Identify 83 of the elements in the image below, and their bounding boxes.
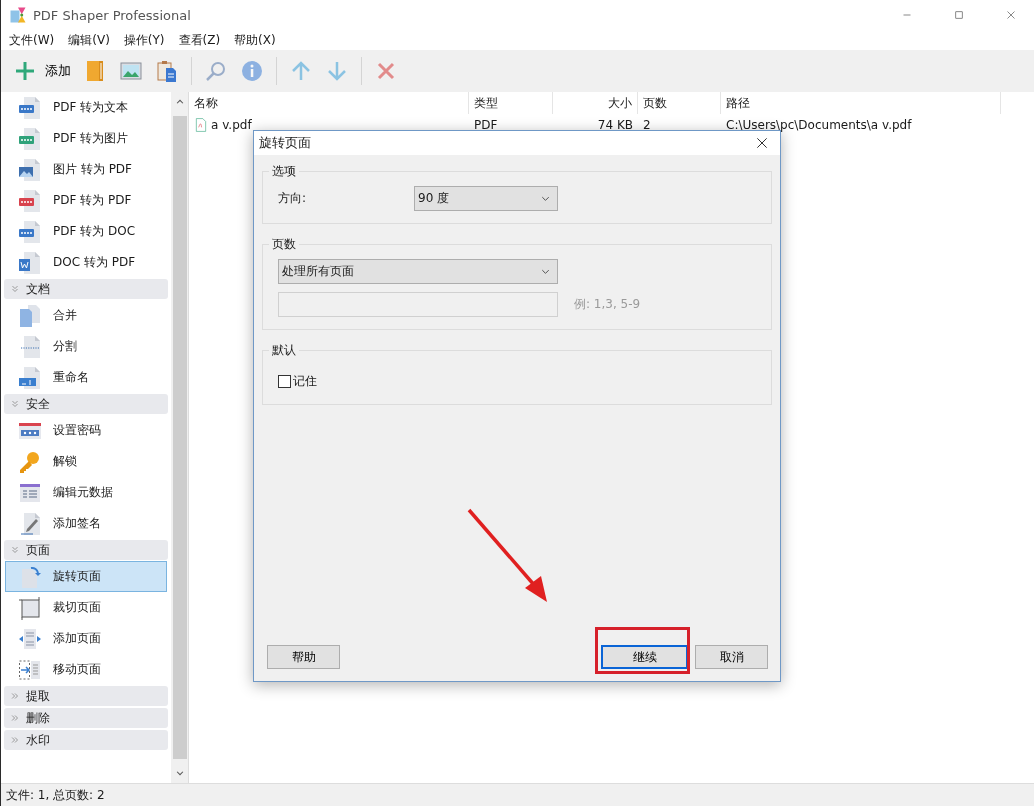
menu-item[interactable]: 文件(W) xyxy=(9,31,55,49)
table-cell: 74 KB xyxy=(597,118,633,132)
key-icon xyxy=(18,449,42,474)
sidebar-item[interactable]: 设置密码 xyxy=(5,415,167,446)
chevron-right-icon xyxy=(10,735,20,745)
sidebar-item[interactable]: 裁切页面 xyxy=(5,592,167,623)
menu-item[interactable]: 操作(Y) xyxy=(123,31,165,49)
group-label: 选项 xyxy=(271,163,297,180)
sidebar-item[interactable]: DOC 转为 PDF xyxy=(5,247,167,278)
section-header[interactable]: 文档 xyxy=(4,279,168,299)
sidebar-item[interactable]: 解锁 xyxy=(5,446,167,477)
column-header[interactable]: 类型 xyxy=(469,92,553,114)
rename-icon xyxy=(18,365,42,390)
document-icon xyxy=(18,188,42,213)
dialog-button[interactable]: 帮助 xyxy=(267,645,340,669)
sidebar-item[interactable]: PDF 转为 DOC xyxy=(5,216,167,247)
chevron-down-icon xyxy=(10,545,20,555)
hint-text: 例: 1,3, 5-9 xyxy=(574,296,641,313)
direction-dropdown[interactable]: 90 度 xyxy=(414,186,558,211)
table-cell: 2 xyxy=(643,118,651,132)
table-cell: PDF xyxy=(474,118,498,132)
chevron-right-icon xyxy=(10,691,20,701)
image-icon[interactable] xyxy=(119,59,143,83)
field-label: 方向: xyxy=(278,190,308,207)
chevron-down-icon xyxy=(10,399,20,409)
sidebar-item[interactable]: 编辑元数据 xyxy=(5,477,167,508)
sidebar-item[interactable]: 合并 xyxy=(5,300,167,331)
sidebar-item[interactable]: 添加页面 xyxy=(5,623,167,654)
section-header[interactable]: 提取 xyxy=(4,686,168,706)
split-page-icon xyxy=(18,334,42,359)
section-header[interactable]: 安全 xyxy=(4,394,168,414)
move-page-icon xyxy=(18,657,42,682)
add-button[interactable]: 添加 xyxy=(9,56,75,86)
scroll-up-icon[interactable] xyxy=(174,97,185,107)
sidebar-item[interactable]: 移动页面 xyxy=(5,654,167,685)
pen-icon xyxy=(18,511,42,536)
menu-item[interactable]: 编辑(V) xyxy=(68,31,110,49)
clipboard-icon[interactable] xyxy=(155,59,179,83)
chevron-right-icon xyxy=(10,713,20,723)
sidebar-item[interactable]: PDF 转为 PDF xyxy=(5,185,167,216)
chevron-down-icon xyxy=(10,284,20,294)
image-icon xyxy=(18,157,42,182)
table-cell: a v.pdf xyxy=(211,118,252,132)
group-label: 默认 xyxy=(271,342,297,359)
sidebar-item[interactable]: 旋转页面 xyxy=(5,561,167,592)
document-icon xyxy=(18,126,42,151)
menu-item[interactable]: 帮助(X) xyxy=(234,31,276,49)
sidebar-item[interactable]: 分割 xyxy=(5,331,167,362)
section-header[interactable]: 水印 xyxy=(4,730,168,750)
crop-icon xyxy=(18,595,42,620)
column-header[interactable]: 名称 xyxy=(189,92,469,114)
group-label: 页数 xyxy=(271,236,297,253)
maximize-icon[interactable] xyxy=(952,8,966,22)
column-header[interactable]: 路径 xyxy=(721,92,1001,114)
insert-page-icon xyxy=(18,626,42,651)
document-icon xyxy=(18,250,42,275)
document-icon xyxy=(18,219,42,244)
documents-icon xyxy=(18,303,42,328)
window-title: PDF Shaper Professional xyxy=(33,7,192,23)
remember-checkbox[interactable]: 记住 xyxy=(278,365,756,392)
status-text: 文件: 1, 总页数: 2 xyxy=(1,783,1034,806)
menu-item[interactable]: 查看(Z) xyxy=(178,31,221,49)
section-header[interactable]: 删除 xyxy=(4,708,168,728)
scroll-down-icon[interactable] xyxy=(174,768,185,778)
sidebar-item[interactable]: 图片 转为 PDF xyxy=(5,154,167,185)
column-header[interactable]: 页数 xyxy=(638,92,721,114)
sidebar-item[interactable]: PDF 转为图片 xyxy=(5,123,167,154)
sidebar-item[interactable]: PDF 转为文本 xyxy=(5,92,167,123)
column-header[interactable]: 大小 xyxy=(553,92,638,114)
document-icon xyxy=(18,95,42,120)
pdf-file-icon xyxy=(194,118,208,132)
dialog-button[interactable]: 取消 xyxy=(695,645,768,669)
dialog-button[interactable]: 继续 xyxy=(601,645,688,669)
scrollbar-thumb[interactable] xyxy=(172,116,187,759)
sidebar-item[interactable]: 添加签名 xyxy=(5,508,167,539)
section-header[interactable]: 页面 xyxy=(4,540,168,560)
table-cell: C:\Users\pc\Documents\a v.pdf xyxy=(726,118,912,132)
app-icon xyxy=(9,6,27,24)
page-scope-dropdown[interactable]: 处理所有页面 xyxy=(278,259,558,284)
add-icon xyxy=(13,59,37,83)
sidebar-item[interactable]: 重命名 xyxy=(5,362,167,393)
close-icon[interactable] xyxy=(755,136,769,150)
dialog-title: 旋转页面 xyxy=(259,134,311,152)
